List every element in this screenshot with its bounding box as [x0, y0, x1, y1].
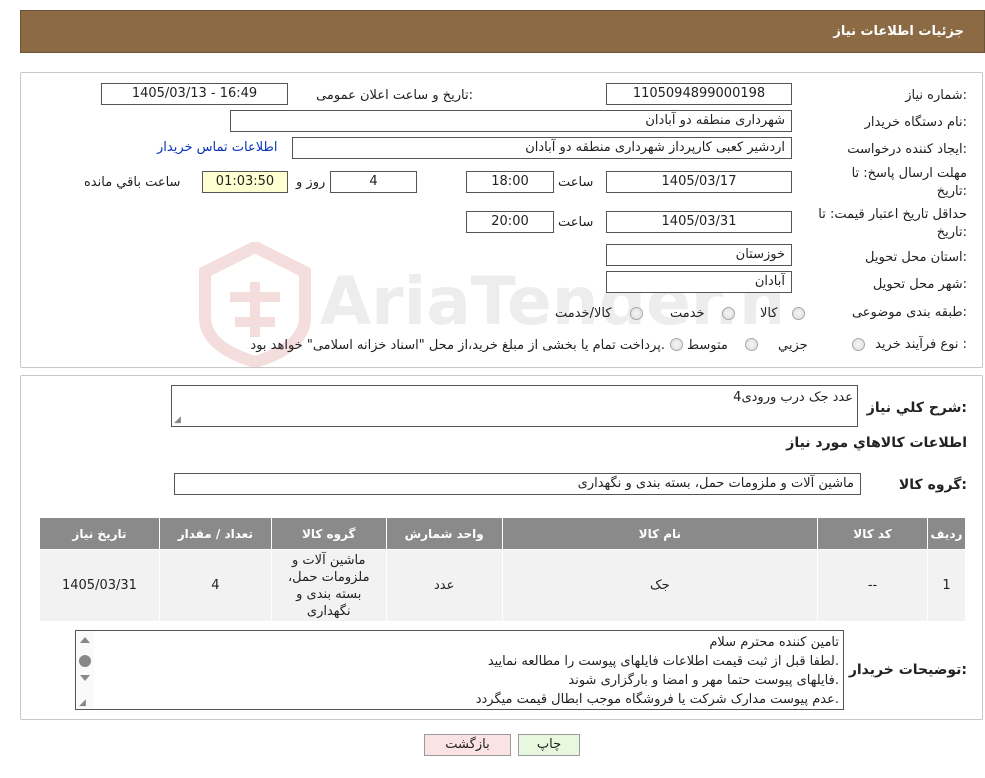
deadline-date-field: 1405/03/17	[606, 171, 792, 193]
col-group: گروه کالا	[270, 517, 387, 550]
cell-row: 1	[926, 549, 967, 622]
process-label: نوع فرآیند خرید :	[875, 337, 967, 352]
category-radio-goods-service[interactable]	[630, 307, 643, 320]
notes-line: فایلهای پیوست حتما مهر و امضا و بارگزاری…	[568, 673, 839, 688]
description-textarea[interactable]: 4عدد جک درب ورودی ◢	[171, 385, 858, 427]
cell-code: --	[817, 549, 928, 622]
goods-group-label: گروه کالا:	[898, 477, 967, 493]
cell-qty: 4	[158, 549, 272, 622]
notes-text: تامین کننده محترم سلام لطفا قبل از ثبت ق…	[476, 633, 839, 709]
cell-group: ماشین آلات و ملزومات حمل، بسته بندی و نگ…	[270, 549, 387, 622]
col-quantity: تعداد / مقدار	[158, 517, 272, 550]
col-need-date: تاریخ نیاز	[39, 517, 160, 550]
days-label: روز و	[296, 175, 326, 190]
deadline-label: مهلت ارسال پاسخ: تا	[851, 166, 967, 181]
announce-field: 1405/03/13 - 16:49	[101, 83, 288, 105]
scroll-up-icon[interactable]	[80, 637, 90, 643]
category-option-goods: کالا	[760, 306, 778, 321]
need-number-field: 1105094899000198	[606, 83, 792, 105]
process-option-medium: متوسط	[687, 338, 728, 353]
treasury-checkbox[interactable]	[670, 338, 683, 351]
category-option-goods-service: کالا/خدمت	[555, 306, 612, 321]
province-label: استان محل تحویل:	[865, 250, 967, 265]
col-name: نام کالا	[501, 517, 819, 550]
goods-table: تاریخ نیاز تعداد / مقدار گروه کالا واحد …	[39, 517, 967, 622]
validity-time-label: ساعت	[558, 215, 594, 230]
process-note: پرداخت تمام یا بخشی از مبلغ خرید،از محل …	[250, 338, 665, 353]
deadline-time-field: 18:00	[466, 171, 554, 193]
buyer-label: نام دستگاه خریدار:	[864, 115, 967, 130]
announce-label: تاریخ و ساعت اعلان عمومی:	[316, 88, 473, 103]
buyer-field: شهرداری منطقه دو آبادان	[230, 110, 792, 132]
page-title: جزئیات اطلاعات نیاز	[833, 24, 964, 39]
cell-name: جک	[501, 549, 819, 622]
process-radio-minor[interactable]	[852, 338, 865, 351]
validity-time-field: 20:00	[466, 211, 554, 233]
creator-field: اردشیر کعبی کارپرداز شهرداری منطقه دو آب…	[292, 137, 792, 159]
goods-table-header: تاریخ نیاز تعداد / مقدار گروه کالا واحد …	[39, 517, 967, 550]
resize-handle-icon: ◢	[174, 415, 181, 425]
description-text: 4عدد جک درب ورودی	[733, 390, 853, 405]
scroll-down-icon[interactable]	[80, 675, 90, 681]
col-code: کد کالا	[817, 517, 928, 550]
process-radio-medium[interactable]	[745, 338, 758, 351]
category-option-service: خدمت	[670, 306, 705, 321]
city-field: آبادان	[606, 271, 792, 293]
validity-label-date: تاریخ:	[936, 225, 967, 240]
need-number-label: شماره نیاز:	[905, 88, 967, 103]
deadline-time-label: ساعت	[558, 175, 594, 190]
print-button[interactable]: چاپ	[518, 734, 580, 756]
goods-group-field: ماشین آلات و ملزومات حمل، بسته بندی و نگ…	[174, 473, 861, 495]
deadline-label-date: تاریخ:	[936, 184, 967, 199]
description-label: شرح کلي نياز:	[866, 400, 967, 416]
table-row: 1405/03/31 4 ماشین آلات و ملزومات حمل، ب…	[39, 549, 967, 622]
process-option-minor: جزيي	[778, 338, 808, 353]
cell-date: 1405/03/31	[39, 549, 160, 622]
remaining-label: ساعت باقي مانده	[84, 175, 181, 190]
notes-line: تامین کننده محترم سلام	[709, 635, 839, 650]
notes-label: توضیحات خریدار:	[848, 662, 967, 678]
notes-line: لطفا قبل از ثبت قیمت اطلاعات فایلهای پیو…	[487, 654, 839, 669]
validity-label: حداقل تاریخ اعتبار قیمت: تا	[818, 207, 967, 222]
goods-section-title: اطلاعات کالاهاي مورد نياز	[786, 435, 967, 451]
col-row: رديف	[926, 517, 967, 550]
col-unit: واحد شمارش	[385, 517, 503, 550]
remaining-time-field: 01:03:50	[202, 171, 288, 193]
notes-scrollbar[interactable]: ◢	[76, 631, 94, 709]
validity-date-field: 1405/03/31	[606, 211, 792, 233]
days-remaining-field: 4	[330, 171, 417, 193]
category-radio-service[interactable]	[722, 307, 735, 320]
back-button[interactable]: بازگشت	[424, 734, 511, 756]
category-label: طبقه بندی موضوعی:	[851, 305, 967, 320]
category-radio-goods[interactable]	[792, 307, 805, 320]
resize-handle-icon: ◢	[79, 698, 86, 708]
page-header: جزئیات اطلاعات نیاز	[20, 10, 985, 53]
notes-line: عدم پیوست مدارک شرکت یا فروشگاه موجب ابط…	[475, 692, 839, 707]
creator-label: ایجاد کننده درخواست:	[847, 142, 967, 157]
cell-unit: عدد	[385, 549, 503, 622]
scroll-thumb[interactable]	[79, 655, 91, 667]
province-field: خوزستان	[606, 244, 792, 266]
buyer-contact-link[interactable]: اطلاعات تماس خریدار	[157, 140, 277, 155]
notes-textarea[interactable]: ◢ تامین کننده محترم سلام لطفا قبل از ثبت…	[75, 630, 844, 710]
city-label: شهر محل تحویل:	[872, 277, 967, 292]
